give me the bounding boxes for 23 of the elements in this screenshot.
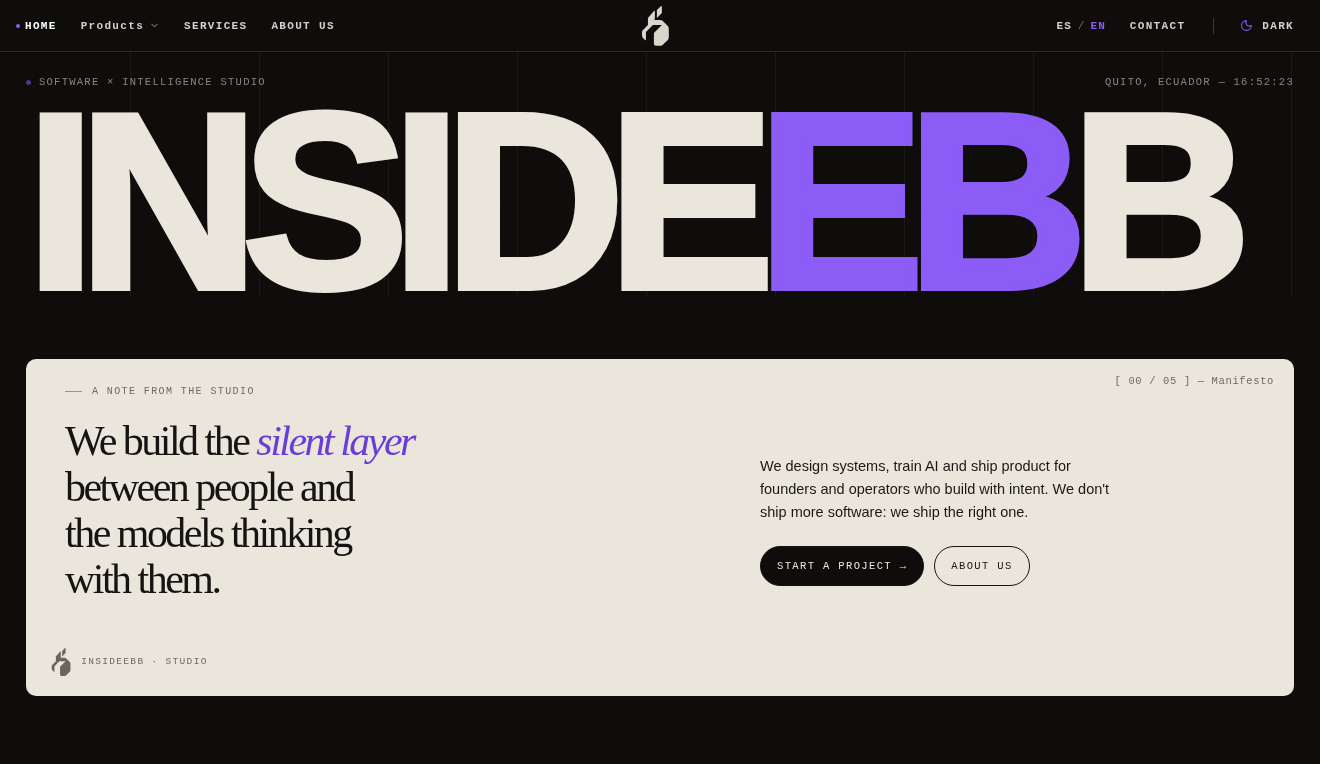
moon-icon <box>1240 19 1254 32</box>
studio-label: INSIDEEBB · STUDIO <box>81 656 208 667</box>
manifesto-heading: We build the silent layer between people and the models thinking with them. <box>65 417 414 602</box>
active-dot-icon <box>16 23 20 28</box>
manifesto-paragraph: We design systems, train AI and ship product for founders and operators who build with intent. We don't ship more software: we ship the right one. <box>760 456 1110 522</box>
language-separator: / <box>1077 19 1085 32</box>
nav-link[interactable]: Products <box>80 19 161 32</box>
nav-link[interactable]: ABOUT US <box>271 19 335 32</box>
language-option[interactable]: EN <box>1090 19 1106 32</box>
location-time-text: QUITO, ECUADOR — 16:52:23 <box>1104 76 1294 89</box>
logo-icon <box>51 647 72 676</box>
dot-icon <box>26 80 31 85</box>
theme-toggle[interactable]: DARK <box>1240 19 1294 32</box>
dash-line <box>65 390 82 392</box>
nav-link[interactable]: HOME <box>16 19 57 32</box>
tagline-text: SOFTWARE × INTELLIGENCE STUDIO <box>39 76 266 89</box>
logo-icon <box>640 5 670 46</box>
start-project-button[interactable]: START A PROJECT → <box>760 545 925 586</box>
nav-link[interactable]: SERVICES <box>184 19 248 32</box>
language-option[interactable]: ES <box>1056 19 1072 32</box>
eyebrow-text: A NOTE FROM THE STUDIO <box>92 385 255 397</box>
section-counter: [ 00 / 05 ] — Manifesto <box>1114 374 1274 387</box>
contact-link[interactable]: CONTACT <box>1129 19 1186 32</box>
